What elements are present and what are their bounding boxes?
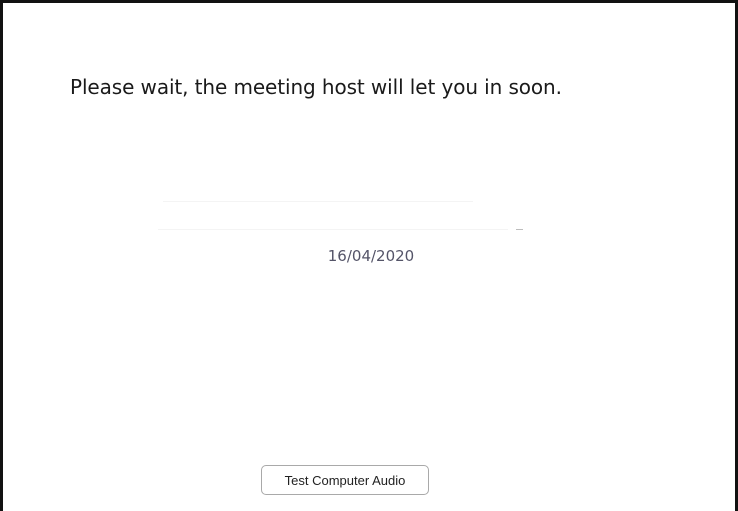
faint-divider: [163, 201, 473, 202]
waiting-message: Please wait, the meeting host will let y…: [70, 75, 562, 99]
meeting-date: 16/04/2020: [327, 247, 415, 265]
waiting-room-window: Please wait, the meeting host will let y…: [0, 0, 738, 511]
faint-dash: [516, 229, 523, 230]
faint-divider: [158, 229, 508, 230]
test-computer-audio-button[interactable]: Test Computer Audio: [261, 465, 429, 495]
